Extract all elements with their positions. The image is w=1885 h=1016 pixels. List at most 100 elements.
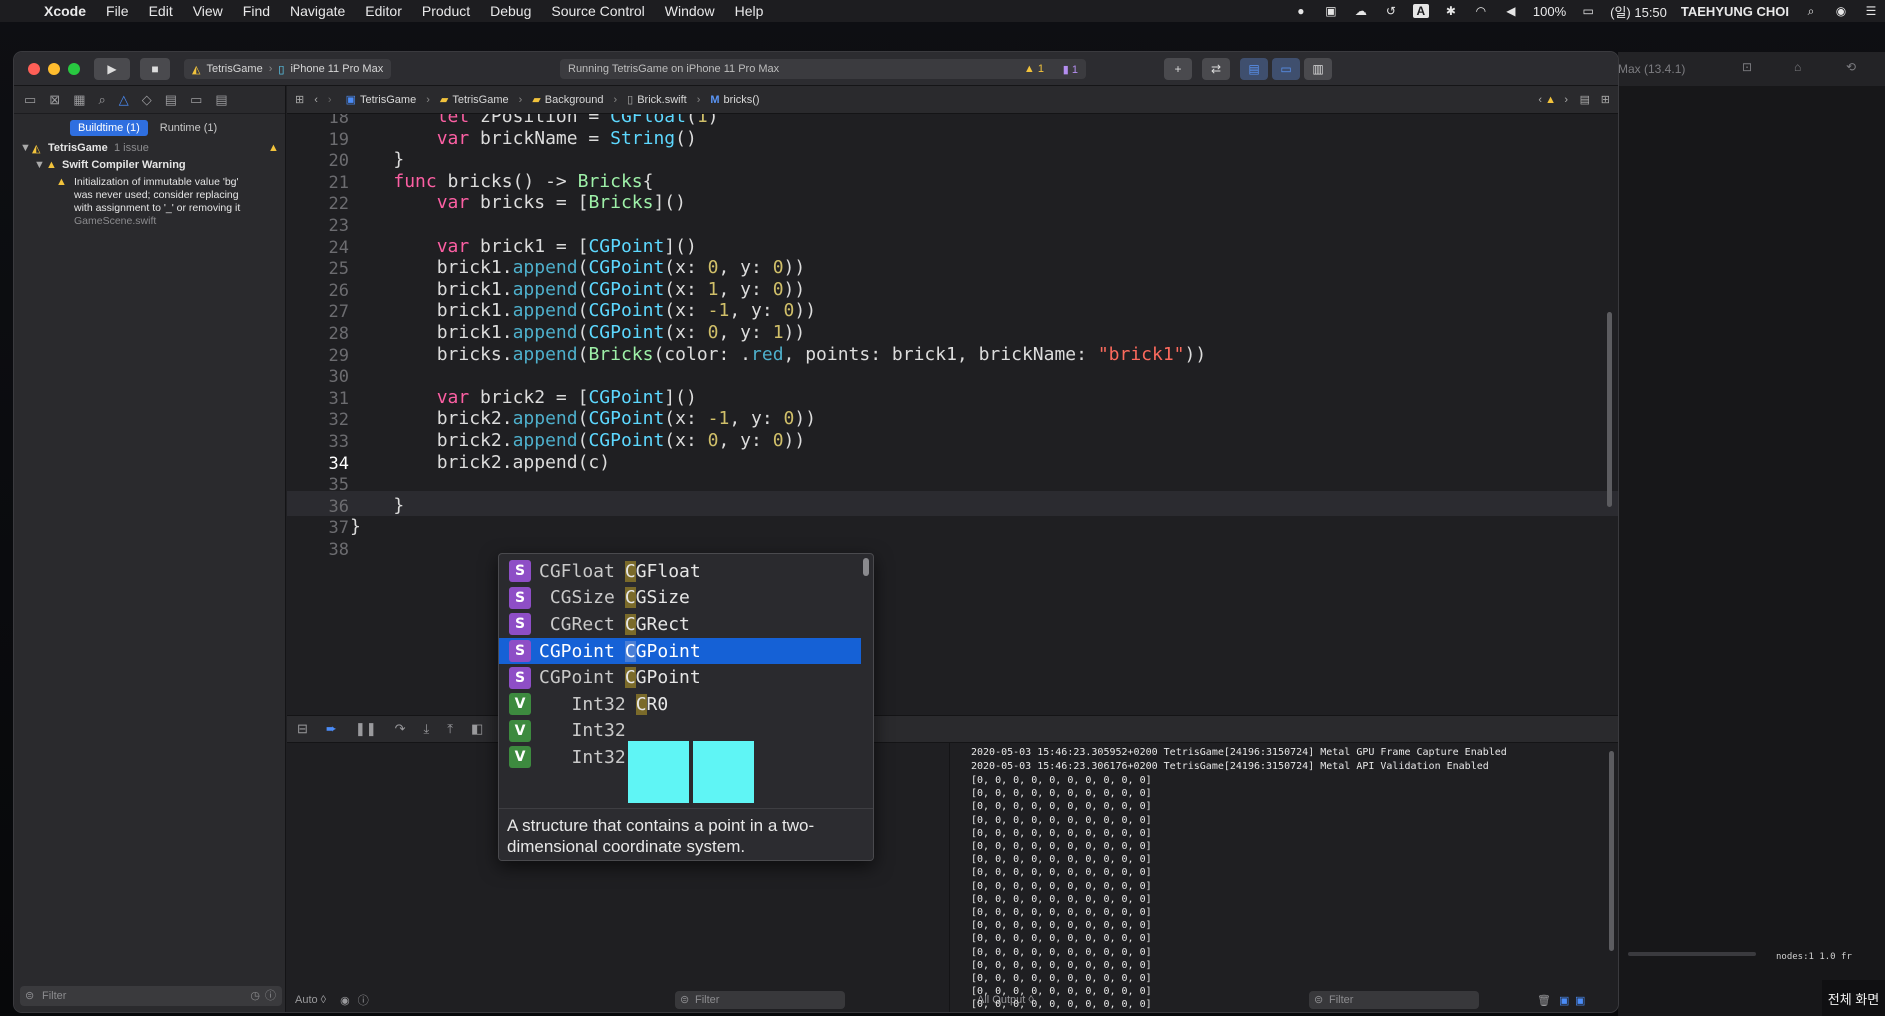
console-output[interactable]: All Output ◊ ⊜ Filter 🗑 ▣ ▣ 2020-05-03 1… [951,743,1618,1012]
line-number[interactable]: 34 [287,454,349,474]
completion-item[interactable]: S CGFloat CGFloat [499,558,861,585]
step-over-icon[interactable]: ↷ [395,721,406,737]
menu-view[interactable]: View [183,3,233,19]
breadcrumb-folder[interactable]: ▰ Background › [532,93,617,107]
view-hierarchy-icon[interactable]: ◧ [471,721,483,737]
completion-item[interactable]: S CGRect CGRect [499,611,861,638]
menu-debug[interactable]: Debug [480,3,541,19]
volume-icon[interactable]: ◀ [1503,4,1519,18]
menu-editor[interactable]: Editor [355,3,412,19]
menu-product[interactable]: Product [412,3,480,19]
line-number[interactable]: 36 [287,497,349,517]
step-out-icon[interactable]: ⤒ [447,721,453,737]
stop-button[interactable]: ■ [140,58,170,80]
issue-navigator-icon[interactable]: △ [119,92,129,108]
notification-center-icon[interactable]: ☰ [1863,4,1879,18]
line-number[interactable]: 20 [287,151,349,171]
navigator-filter-field[interactable]: ⊜ Filter ◷ ⓘ [20,986,282,1006]
fullscreen-label[interactable]: 전체 화면 [1822,980,1885,1016]
breakpoint-icon[interactable]: ▭ [190,92,202,108]
close-window-button[interactable] [28,63,40,75]
screenshot-icon[interactable]: ⊡ [1742,60,1752,74]
trash-icon[interactable]: 🗑 [1537,994,1551,1007]
test-icon[interactable]: ◇ [142,92,152,108]
battery-icon[interactable]: ▭ [1580,4,1596,18]
console-filter-field[interactable]: ⊜ Filter [1309,991,1479,1009]
info-icon[interactable]: ⓘ [358,992,369,1008]
notification-icon[interactable]: ▣ [1323,4,1339,18]
completion-item[interactable]: S CGPoint CGPoint [499,637,861,665]
wifi-icon[interactable]: ◠ [1473,4,1489,18]
folder-icon[interactable]: ▭ [24,92,36,108]
report-icon[interactable]: ▤ [215,92,227,108]
line-number[interactable]: 29 [287,346,349,366]
line-number[interactable]: 37 [287,518,349,538]
spotlight-icon[interactable]: ⌕ [1803,4,1819,18]
console-scrollbar[interactable] [1609,751,1614,951]
variables-filter-field[interactable]: ⊜ Filter [675,991,845,1009]
code-line[interactable]: var bricks = [Bricks]() [350,192,686,213]
disclosure-triangle-icon[interactable]: ▼ [34,159,45,171]
home-icon[interactable]: ⌂ [1794,60,1801,74]
completion-scrollbar[interactable] [863,558,869,576]
debug-navigator-icon[interactable]: ▤ [165,92,177,108]
warning-icon[interactable]: ▲ [1545,94,1556,106]
find-icon[interactable]: ⌕ [99,92,106,108]
menu-window[interactable]: Window [655,3,725,19]
run-button[interactable]: ▶ [94,58,130,80]
completion-item[interactable]: S CGSize CGSize [499,585,861,612]
breakpoints-toggle-icon[interactable]: ➨ [326,721,337,737]
code-line[interactable]: var brick1 = [CGPoint]() [350,236,697,257]
editor-scrollbar[interactable] [1607,312,1612,507]
issue-filter-icon[interactable]: ⓘ [265,986,276,1006]
step-into-icon[interactable]: ⤓ [424,721,430,737]
line-number[interactable]: 32 [287,410,349,430]
runtime-issue-badge[interactable]: ▮ 1 [1063,63,1078,76]
editor-options-icon[interactable]: ▤ [1580,93,1590,106]
line-number[interactable]: 24 [287,238,349,258]
line-number[interactable]: 31 [287,389,349,409]
code-line[interactable]: brick2.append(CGPoint(x: 0, y: 0)) [350,430,806,451]
minimize-window-button[interactable] [48,63,60,75]
line-number[interactable]: 30 [287,367,349,387]
breadcrumb-project[interactable]: ▣ TetrisGame › [346,93,430,107]
breadcrumb-group[interactable]: ▰ TetrisGame › [440,93,522,107]
menu-find[interactable]: Find [233,3,280,19]
related-items-icon[interactable]: ⊞ [295,93,304,106]
code-line[interactable]: brick1.append(CGPoint(x: 0, y: 1)) [350,322,806,343]
code-line[interactable]: brick1.append(CGPoint(x: 0, y: 0)) [350,257,806,278]
split-view-right-icon[interactable]: ▣ [1575,994,1585,1007]
zoom-window-button[interactable] [68,63,80,75]
simulator-scrollbar[interactable] [1628,952,1756,956]
code-line[interactable]: brick2.append(CGPoint(x: -1, y: 0)) [350,408,816,429]
menu-xcode[interactable]: Xcode [34,3,96,19]
clock[interactable]: (일) 15:50 [1610,2,1667,21]
line-number[interactable]: 18 [287,114,349,128]
code-editor[interactable]: 18 let zPosition = CGFloat(1) 19 var bric… [287,114,1618,715]
input-source-icon[interactable]: A [1412,4,1429,18]
code-completion-popup[interactable]: A structure that contains a point in a t… [498,553,874,861]
toggle-navigator-button[interactable]: ▤ [1240,58,1268,80]
code-line[interactable]: let zPosition = CGFloat(1) [350,114,719,127]
record-icon[interactable]: ● [1293,4,1309,18]
line-number[interactable]: 22 [287,194,349,214]
code-line[interactable]: func bricks() -> Bricks{ [350,171,653,192]
menu-help[interactable]: Help [725,3,774,19]
completion-item[interactable]: S CGPoint CGPoint [499,664,861,691]
next-issue-button[interactable]: › [1564,94,1568,106]
line-number[interactable]: 35 [287,475,349,495]
breadcrumb-file[interactable]: ▯ Brick.swift › [627,93,700,107]
toggle-inspector-button[interactable]: ▥ [1304,58,1332,80]
rotate-icon[interactable]: ⟲ [1846,60,1856,74]
menu-edit[interactable]: Edit [139,3,183,19]
symbol-icon[interactable]: ▦ [73,92,85,108]
toggle-debug-area-button[interactable]: ▭ [1272,58,1300,80]
issue-project-row[interactable]: ▼ ◭ TetrisGame 1 issue ▲ [14,142,286,158]
menu-source-control[interactable]: Source Control [541,3,654,19]
code-line[interactable]: brick2.append(c) [350,452,610,473]
line-number[interactable]: 19 [287,130,349,150]
activity-viewer[interactable]: Running TetrisGame on iPhone 11 Pro Max … [560,59,1086,79]
time-machine-icon[interactable]: ↺ [1383,4,1399,18]
code-line[interactable]: } [350,516,361,537]
split-view-left-icon[interactable]: ▣ [1559,994,1569,1007]
